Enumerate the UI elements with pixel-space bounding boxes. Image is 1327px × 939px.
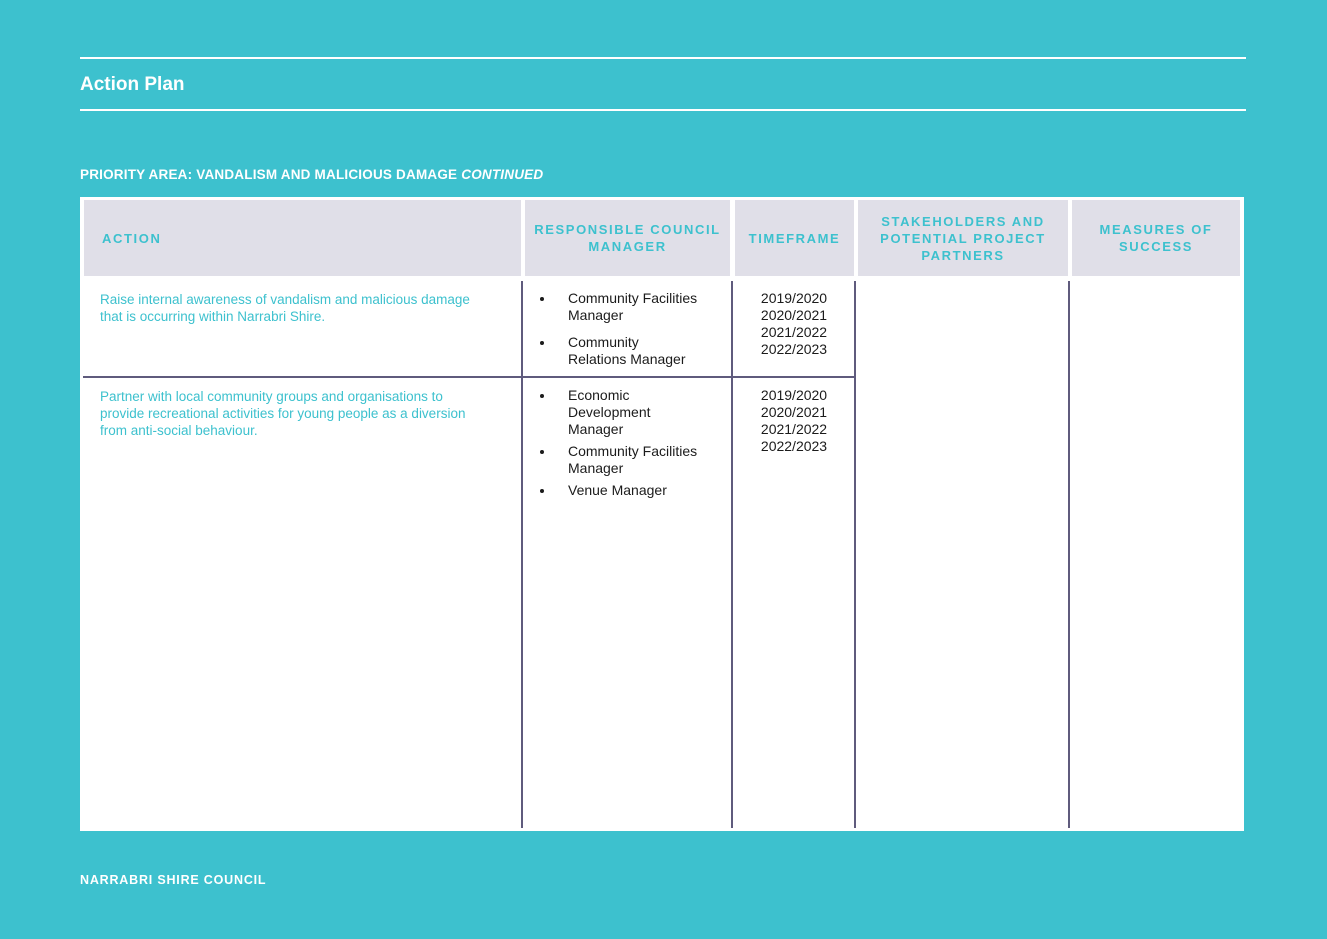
timeframe-item: 2021/2022 — [760, 324, 828, 340]
timeframe-item: 2019/2020 — [760, 290, 828, 306]
row-1-managers: Community Facilities Manager Community R… — [540, 290, 700, 378]
priority-heading: PRIORITY AREA: VANDALISM AND MALICIOUS D… — [80, 167, 543, 182]
column-divider — [854, 281, 856, 828]
footer-org-name: NARRABRI SHIRE COUNCIL — [80, 873, 267, 887]
column-divider — [1068, 281, 1070, 828]
timeframe-item: 2021/2022 — [760, 421, 828, 437]
row-2-timeframe: 2019/2020 2020/2021 2021/2022 2022/2023 — [734, 387, 854, 455]
column-divider — [521, 281, 523, 828]
action-table: ACTION RESPONSIBLE COUNCIL MANAGER TIMEF… — [80, 197, 1244, 831]
row-1-action: Raise internal awareness of vandalism an… — [100, 292, 470, 324]
priority-continued: CONTINUED — [461, 167, 544, 182]
timeframe-item: 2020/2021 — [760, 404, 828, 420]
column-header-measures: MEASURES OF SUCCESS — [1072, 200, 1240, 276]
list-item: Community Facilities Manager — [540, 290, 700, 324]
list-item: Community Facilities Manager — [540, 443, 698, 477]
top-rule — [80, 57, 1246, 59]
timeframe-item: 2019/2020 — [760, 387, 828, 403]
column-header-timeframe: TIMEFRAME — [735, 200, 854, 276]
row-1-timeframe: 2019/2020 2020/2021 2021/2022 2022/2023 — [734, 290, 854, 358]
column-divider — [731, 281, 733, 828]
timeframe-item: 2022/2023 — [760, 341, 828, 357]
column-header-stakeholders: STAKEHOLDERS AND POTENTIAL PROJECT PARTN… — [858, 200, 1068, 276]
row-divider — [83, 376, 856, 378]
column-header-action: ACTION — [84, 200, 521, 276]
list-item: Community Relations Manager — [540, 334, 700, 368]
column-header-manager: RESPONSIBLE COUNCIL MANAGER — [525, 200, 730, 276]
list-item: Venue Manager — [540, 482, 690, 499]
row-2-managers: Economic Development Manager Community F… — [540, 387, 697, 504]
row-2-action: Partner with local community groups and … — [100, 389, 466, 438]
page-title: Action Plan — [80, 74, 185, 95]
list-item: Economic Development Manager — [540, 387, 668, 438]
timeframe-item: 2020/2021 — [760, 307, 828, 323]
timeframe-item: 2022/2023 — [760, 438, 828, 454]
bottom-rule — [80, 109, 1246, 111]
priority-label: PRIORITY AREA: VANDALISM AND MALICIOUS D… — [80, 167, 458, 182]
